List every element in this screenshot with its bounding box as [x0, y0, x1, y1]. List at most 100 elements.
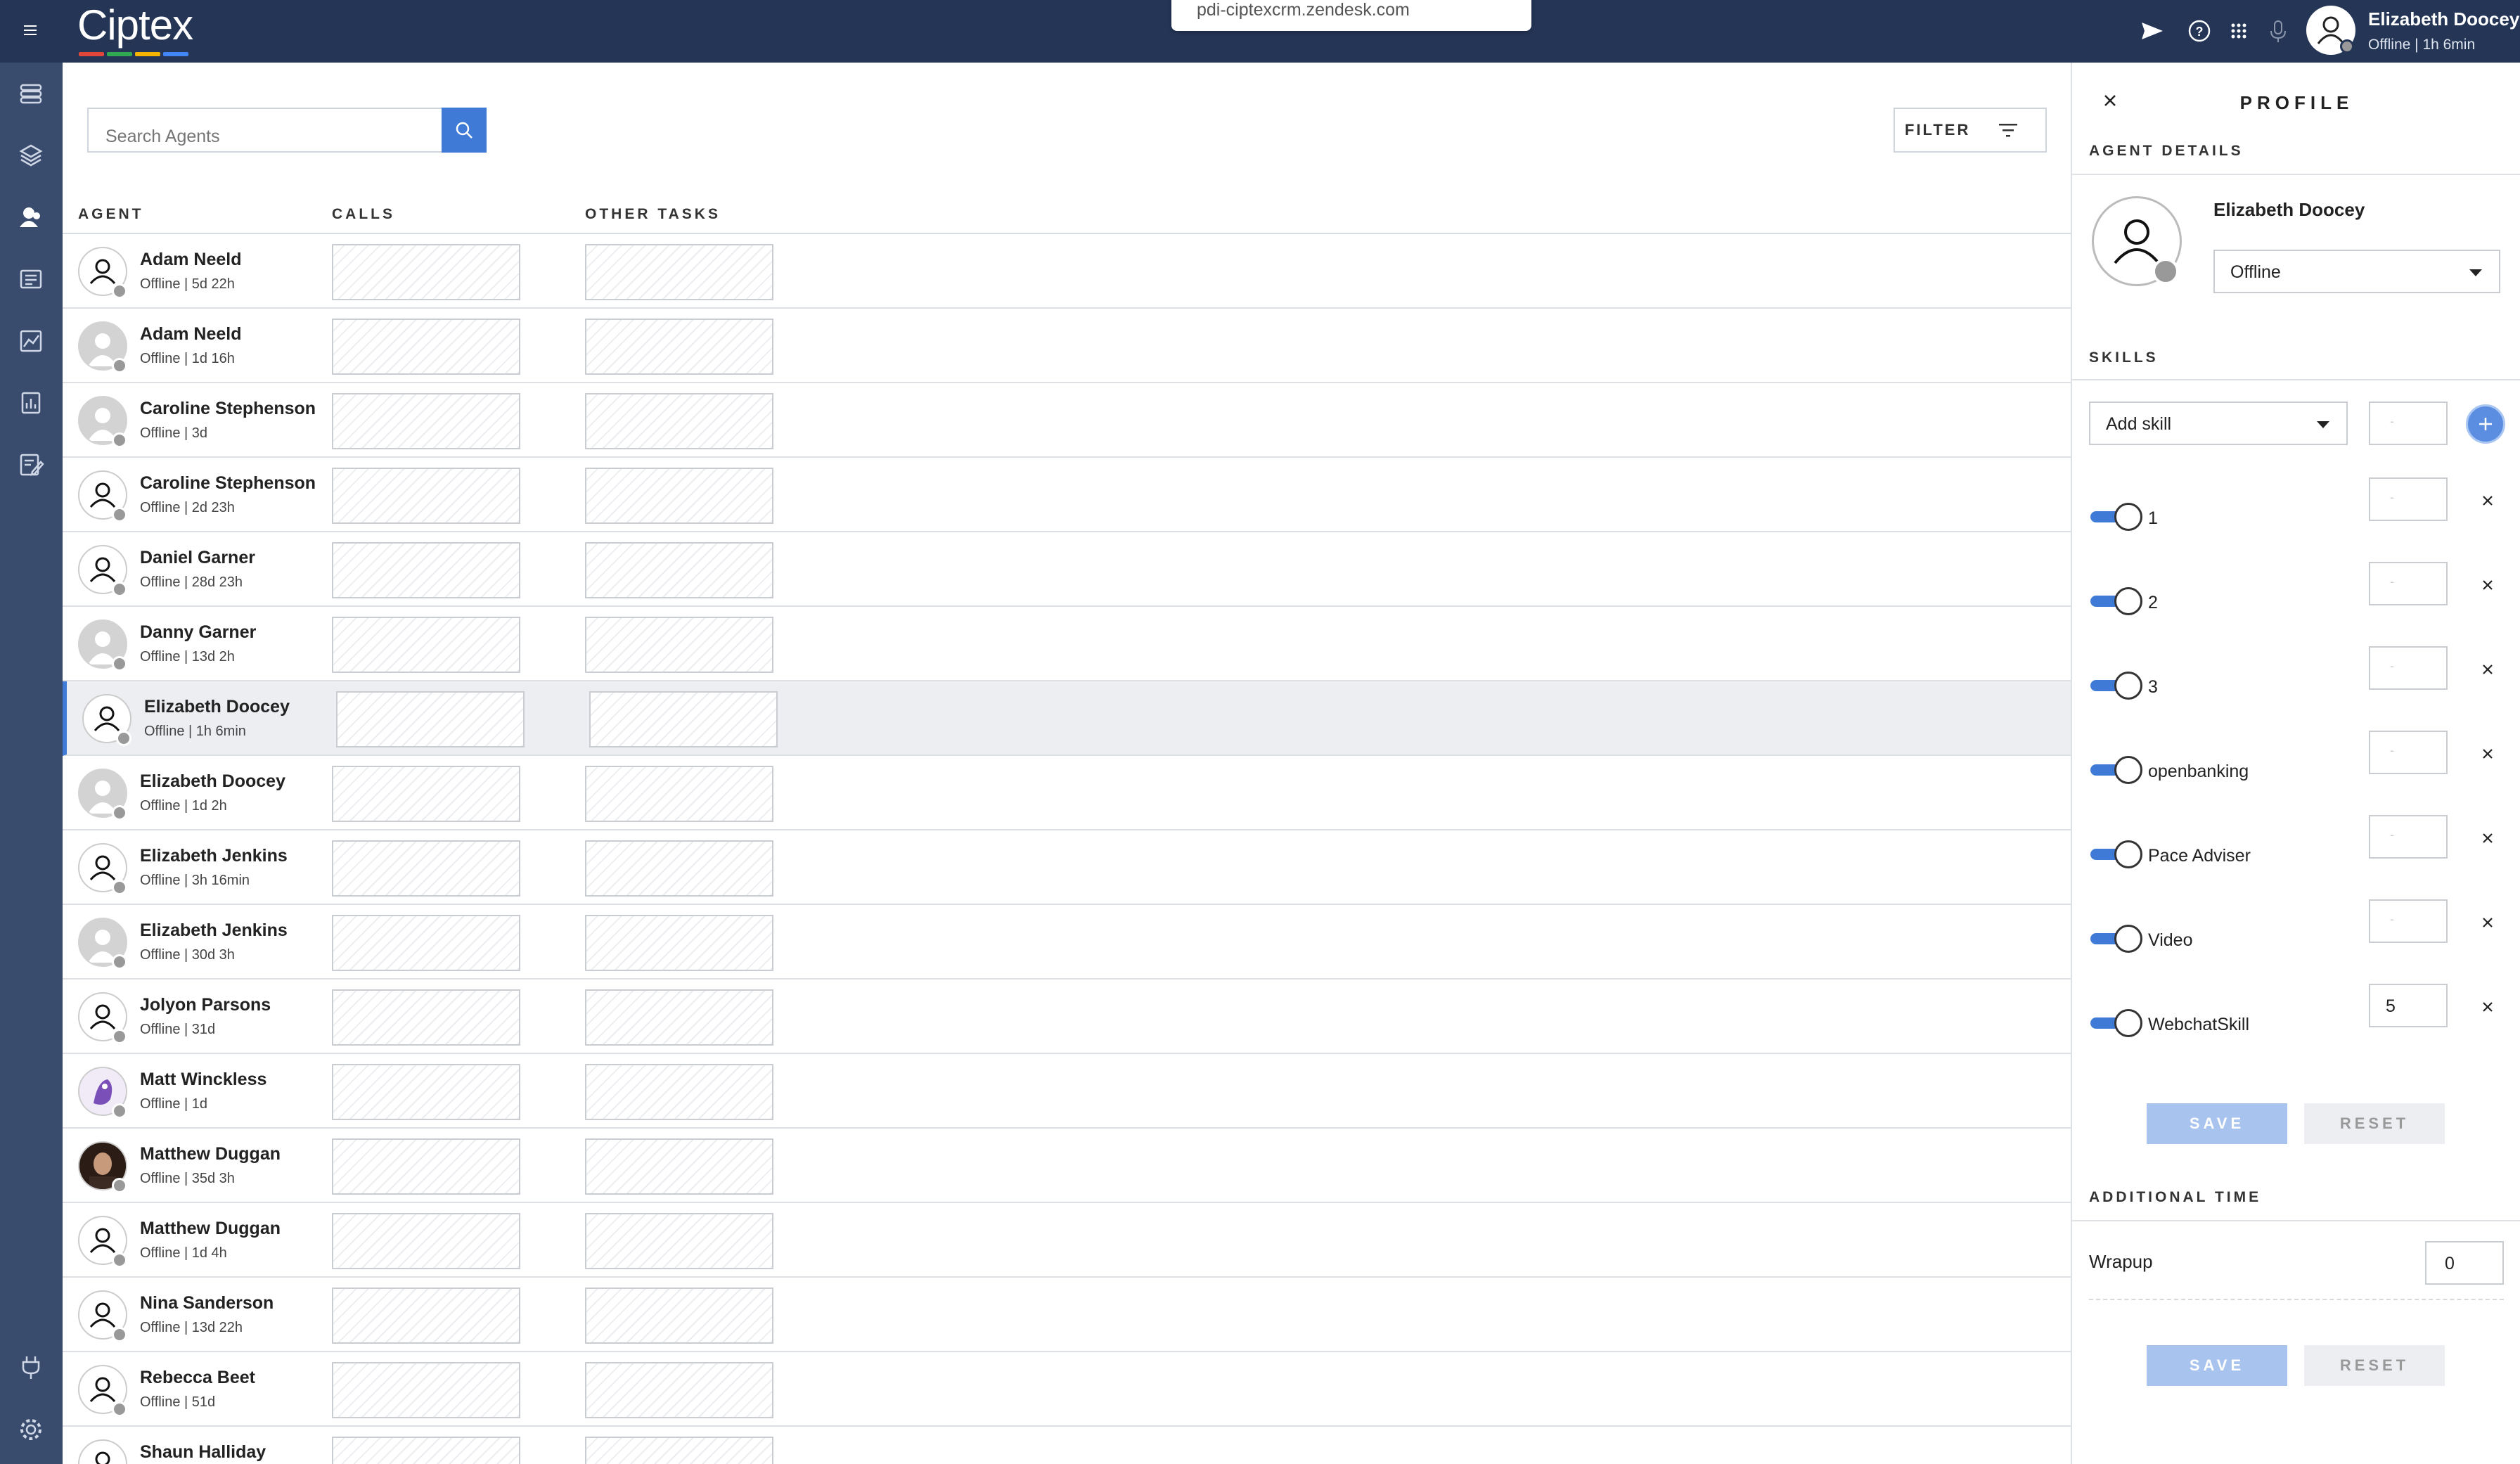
other-tasks-cell — [585, 319, 773, 375]
filter-label: FILTER — [1905, 121, 1971, 139]
agent-row[interactable]: Caroline Stephenson Offline | 2d 23h — [63, 458, 2071, 532]
layers-icon[interactable] — [17, 141, 45, 169]
contacts-icon[interactable] — [17, 265, 45, 293]
agent-avatar — [78, 1439, 127, 1464]
skills-reset-button[interactable]: RESET — [2304, 1103, 2445, 1144]
remove-skill-icon[interactable] — [2480, 577, 2495, 593]
agent-row[interactable]: Jolyon Parsons Offline | 31d — [63, 980, 2071, 1054]
other-tasks-cell — [585, 468, 773, 524]
svg-text:?: ? — [2196, 25, 2204, 39]
add-skill-level-input[interactable]: - — [2369, 402, 2448, 445]
send-icon[interactable] — [2138, 17, 2166, 45]
agent-row[interactable]: Adam Neeld Offline | 5d 22h — [63, 234, 2071, 309]
agent-name: Elizabeth Doocey — [144, 697, 290, 717]
calls-cell — [332, 1064, 520, 1120]
agent-row[interactable]: Rebecca Beet Offline | 51d — [63, 1352, 2071, 1427]
agent-name: Jolyon Parsons — [140, 995, 271, 1015]
wrapup-save-button[interactable]: SAVE — [2147, 1345, 2287, 1386]
user-status: Offline | 1h 6min — [2368, 37, 2476, 53]
queues-icon[interactable] — [17, 79, 45, 108]
search-button[interactable] — [442, 108, 487, 153]
other-tasks-cell — [585, 1362, 773, 1418]
skill-toggle[interactable] — [2090, 587, 2142, 615]
toggle-knob — [2114, 503, 2142, 531]
skill-level-input[interactable]: - — [2369, 899, 2448, 943]
status-select-value: Offline — [2230, 262, 2281, 282]
skill-level-input[interactable]: - — [2369, 477, 2448, 521]
calls-cell — [332, 1437, 520, 1464]
agent-status: Offline | 3h 16min — [140, 873, 250, 888]
agent-status-dot — [112, 1327, 127, 1342]
add-skill-button[interactable] — [2466, 404, 2505, 444]
agent-row[interactable]: Elizabeth Jenkins Offline | 30d 3h — [63, 905, 2071, 980]
search-agents-input[interactable] — [87, 108, 443, 153]
skills-heading: SKILLS — [2089, 349, 2159, 366]
skill-label: openbanking — [2148, 762, 2249, 781]
agent-name: Adam Neeld — [140, 324, 242, 344]
skill-level-input[interactable]: - — [2369, 646, 2448, 690]
help-icon[interactable]: ? — [2185, 17, 2213, 45]
status-select[interactable]: Offline — [2213, 250, 2500, 293]
agent-status: Offline | 1d 16h — [140, 351, 235, 366]
agent-status-dot — [112, 507, 127, 522]
agent-row[interactable]: Danny Garner Offline | 13d 2h — [63, 607, 2071, 681]
apps-grid-icon[interactable] — [2225, 17, 2253, 45]
agent-row[interactable]: Elizabeth Jenkins Offline | 3h 16min — [63, 830, 2071, 905]
analytics-icon[interactable] — [17, 327, 45, 355]
menu-icon[interactable] — [20, 20, 41, 41]
skills-save-button[interactable]: SAVE — [2147, 1103, 2287, 1144]
reports-icon[interactable] — [17, 389, 45, 417]
chevron-down-icon — [2469, 269, 2482, 276]
section-divider — [2072, 379, 2520, 380]
notes-icon[interactable] — [17, 451, 45, 479]
agent-row[interactable]: Elizabeth Doocey Offline | 1d 2h — [63, 756, 2071, 830]
skill-level-input[interactable]: - — [2369, 731, 2448, 774]
other-tasks-cell — [589, 691, 778, 747]
skill-toggle[interactable] — [2090, 840, 2142, 868]
agent-row[interactable]: Elizabeth Doocey Offline | 1h 6min — [63, 681, 2071, 756]
microphone-icon[interactable] — [2264, 17, 2292, 45]
agent-details-heading: AGENT DETAILS — [2089, 143, 2244, 159]
agent-status: Offline | 3d — [140, 425, 207, 441]
agent-row[interactable]: Matthew Duggan Offline | 1d 4h — [63, 1203, 2071, 1278]
agent-row[interactable]: Matthew Duggan Offline | 35d 3h — [63, 1129, 2071, 1203]
column-header-other-tasks: OTHER TASKS — [585, 206, 721, 222]
agent-row[interactable]: Shaun Halliday — [63, 1427, 2071, 1464]
agent-row[interactable]: Adam Neeld Offline | 1d 16h — [63, 309, 2071, 383]
agent-status-dot — [112, 954, 127, 970]
remove-skill-icon[interactable] — [2480, 999, 2495, 1015]
remove-skill-icon[interactable] — [2480, 915, 2495, 930]
toggle-knob — [2114, 925, 2142, 953]
skill-level-input[interactable]: 5 — [2369, 984, 2448, 1027]
agent-row[interactable]: Matt Winckless Offline | 1d — [63, 1054, 2071, 1129]
remove-skill-icon[interactable] — [2480, 830, 2495, 846]
agent-status-dot — [112, 805, 127, 821]
agent-row[interactable]: Daniel Garner Offline | 28d 23h — [63, 532, 2071, 607]
calls-cell — [332, 468, 520, 524]
skill-level-input[interactable]: - — [2369, 815, 2448, 859]
remove-skill-icon[interactable] — [2480, 662, 2495, 677]
other-tasks-cell — [585, 1288, 773, 1344]
wrapup-input[interactable]: 0 — [2425, 1241, 2504, 1285]
skill-label: 1 — [2148, 508, 2158, 528]
remove-skill-icon[interactable] — [2480, 746, 2495, 762]
remove-skill-icon[interactable] — [2480, 493, 2495, 508]
skill-toggle[interactable] — [2090, 925, 2142, 953]
plug-icon[interactable] — [17, 1354, 45, 1382]
agent-status: Offline | 13d 2h — [140, 649, 235, 664]
settings-gear-icon[interactable] — [17, 1415, 45, 1444]
skill-toggle[interactable] — [2090, 1009, 2142, 1037]
agent-row[interactable]: Nina Sanderson Offline | 13d 22h — [63, 1278, 2071, 1352]
skill-label: WebchatSkill — [2148, 1015, 2250, 1034]
skill-level-input[interactable]: - — [2369, 562, 2448, 605]
filter-button[interactable]: FILTER — [1894, 108, 2047, 153]
wrapup-reset-button[interactable]: RESET — [2304, 1345, 2445, 1386]
agent-list-panel: FILTER AGENT CALLS OTHER TASKS Adam Neel… — [63, 63, 2071, 1464]
calls-cell — [332, 319, 520, 375]
skill-toggle[interactable] — [2090, 672, 2142, 700]
add-skill-select[interactable]: Add skill — [2089, 402, 2348, 445]
agents-icon[interactable] — [17, 203, 45, 231]
skill-toggle[interactable] — [2090, 756, 2142, 784]
skill-toggle[interactable] — [2090, 503, 2142, 531]
agent-row[interactable]: Caroline Stephenson Offline | 3d — [63, 383, 2071, 458]
